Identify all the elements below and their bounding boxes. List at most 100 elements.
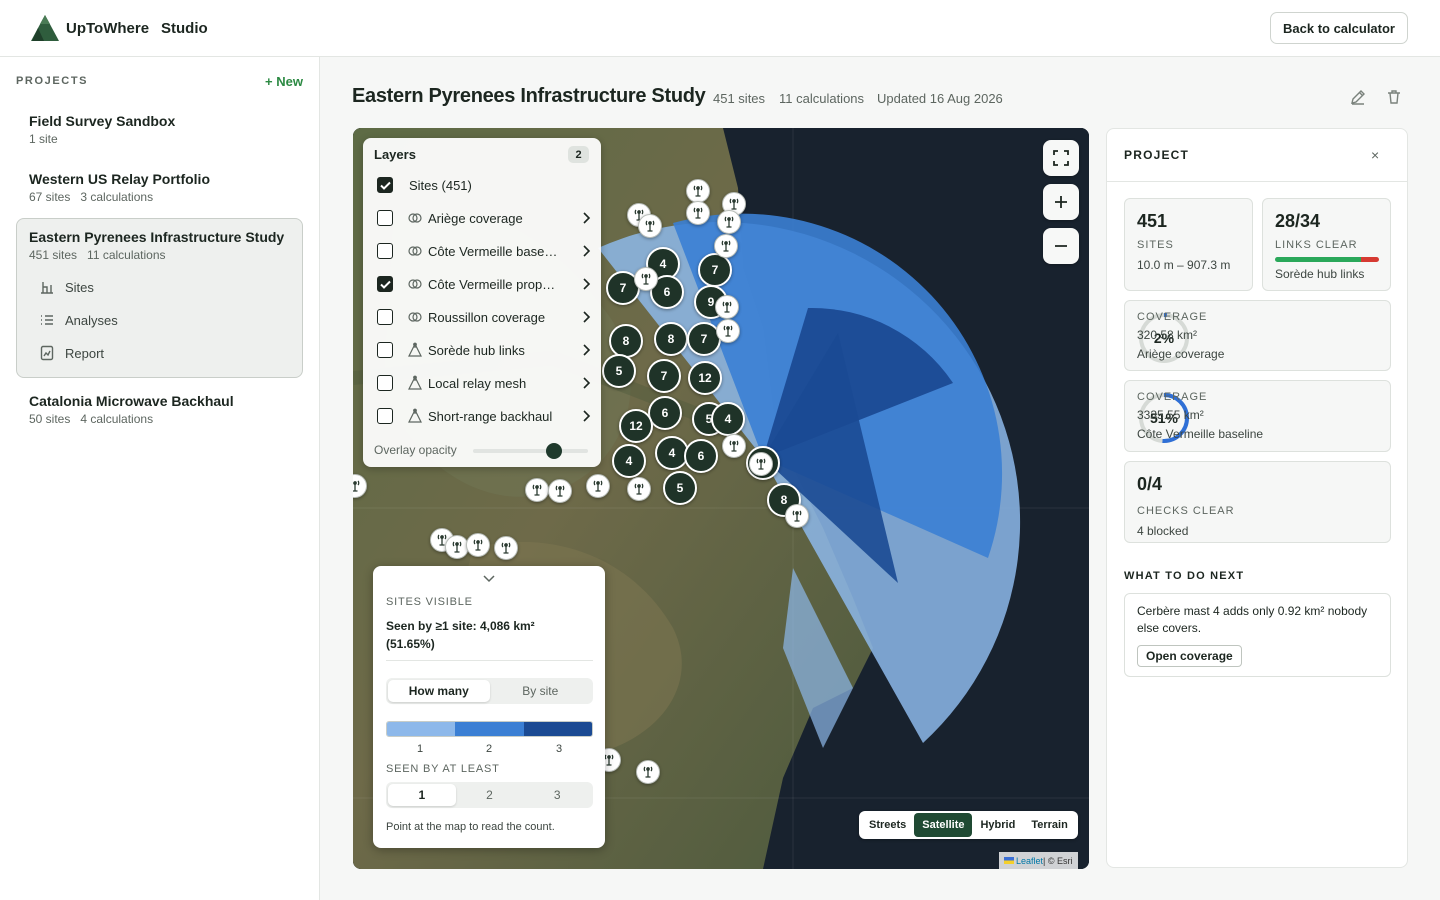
site-cluster-marker[interactable]: 7 bbox=[698, 253, 732, 287]
site-cluster-marker[interactable]: 5 bbox=[663, 471, 697, 505]
site-pin-marker[interactable] bbox=[627, 477, 651, 501]
project-item-field-survey[interactable]: Field Survey Sandbox 1 site bbox=[29, 113, 175, 146]
open-coverage-button[interactable]: Open coverage bbox=[1137, 645, 1242, 667]
site-cluster-marker[interactable]: 8 bbox=[654, 322, 688, 356]
coverage-card-cote-vermeille[interactable]: 51% COVERAGE 3335.55 km² Côte Vermeille … bbox=[1124, 380, 1391, 452]
site-pin-marker[interactable] bbox=[686, 179, 710, 203]
site-pin-marker[interactable] bbox=[716, 319, 740, 343]
site-pin-marker[interactable] bbox=[722, 434, 746, 458]
map-view[interactable]: 47769887571265412446568 Layers 2 Sites (… bbox=[353, 128, 1089, 869]
layer-row[interactable]: Local relay mesh bbox=[377, 373, 591, 393]
flag-icon bbox=[1004, 857, 1014, 864]
slider-thumb[interactable] bbox=[545, 443, 562, 459]
fullscreen-button[interactable] bbox=[1043, 140, 1079, 176]
tab-how-many[interactable]: How many bbox=[388, 680, 490, 702]
layer-checkbox[interactable] bbox=[377, 375, 393, 391]
site-pin-marker[interactable] bbox=[525, 478, 549, 502]
layer-row[interactable]: Côte Vermeille proposed bbox=[377, 274, 591, 294]
antenna-icon bbox=[693, 207, 703, 219]
site-cluster-marker[interactable]: 12 bbox=[619, 409, 653, 443]
coverage-caption: COVERAGE bbox=[1137, 311, 1208, 323]
pencil-icon[interactable] bbox=[1349, 88, 1367, 106]
layer-checkbox[interactable] bbox=[377, 177, 393, 193]
coverage-name: Ariège coverage bbox=[1137, 347, 1225, 361]
antenna-icon bbox=[452, 541, 462, 553]
subnav-report[interactable]: Report bbox=[39, 345, 104, 361]
subnav-analyses[interactable]: Analyses bbox=[39, 312, 118, 328]
back-to-calculator-button[interactable]: Back to calculator bbox=[1270, 12, 1408, 44]
layer-checkbox[interactable] bbox=[377, 342, 393, 358]
coverage-name: Côte Vermeille baseline bbox=[1137, 427, 1264, 441]
ramp-step-2 bbox=[455, 722, 524, 736]
seen-option-1[interactable]: 1 bbox=[388, 784, 456, 806]
site-cluster-marker[interactable]: 7 bbox=[647, 359, 681, 393]
basemap-satellite[interactable]: Satellite bbox=[914, 813, 973, 837]
links-blocked-fill bbox=[1360, 257, 1379, 262]
layer-checkbox[interactable] bbox=[377, 408, 393, 424]
checks-stat-card[interactable]: 0/4 CHECKS CLEAR 4 blocked bbox=[1124, 461, 1391, 543]
project-name: Catalonia Microwave Backhaul bbox=[29, 393, 234, 409]
chevron-down-icon[interactable] bbox=[483, 575, 495, 583]
site-pin-marker[interactable] bbox=[494, 536, 518, 560]
layer-checkbox[interactable] bbox=[377, 309, 393, 325]
layer-checkbox[interactable] bbox=[377, 210, 393, 226]
close-icon[interactable]: × bbox=[1371, 147, 1379, 163]
layers-title: Layers bbox=[374, 147, 416, 162]
leaflet-link[interactable]: Leaflet bbox=[1016, 856, 1043, 866]
site-cluster-marker[interactable]: 4 bbox=[711, 402, 745, 436]
layer-row[interactable]: Short-range backhaul bbox=[377, 406, 591, 426]
overlay-opacity-slider[interactable] bbox=[473, 443, 588, 459]
chevron-right-icon[interactable] bbox=[581, 377, 591, 389]
site-cluster-marker[interactable]: 8 bbox=[609, 324, 643, 358]
active-project-label: Eastern Pyrenees Infrastructure Study 45… bbox=[29, 229, 284, 262]
layer-row[interactable]: Ariège coverage bbox=[377, 208, 591, 228]
seen-option-2[interactable]: 2 bbox=[456, 784, 524, 806]
links-stat-card[interactable]: 28/34 LINKS CLEAR Sorède hub links bbox=[1262, 198, 1391, 291]
site-pin-marker[interactable] bbox=[586, 474, 610, 498]
site-pin-marker[interactable] bbox=[634, 267, 658, 291]
layer-checkbox[interactable] bbox=[377, 276, 393, 292]
trash-icon[interactable] bbox=[1385, 88, 1403, 106]
layer-row[interactable]: Sorède hub links bbox=[377, 340, 591, 360]
chevron-right-icon[interactable] bbox=[581, 278, 591, 290]
basemap-terrain[interactable]: Terrain bbox=[1023, 813, 1075, 837]
coverage-card-ariege[interactable]: 2% COVERAGE 320.58 km² Ariège coverage bbox=[1124, 300, 1391, 371]
layer-checkbox[interactable] bbox=[377, 243, 393, 259]
site-pin-marker[interactable] bbox=[638, 214, 662, 238]
project-item-catalonia[interactable]: Catalonia Microwave Backhaul 50 sites 4 c… bbox=[29, 393, 234, 426]
chevron-right-icon[interactable] bbox=[581, 410, 591, 422]
new-project-button[interactable]: + New bbox=[265, 74, 303, 89]
site-pin-marker[interactable] bbox=[714, 234, 738, 258]
seen-option-3[interactable]: 3 bbox=[523, 784, 591, 806]
site-cluster-marker[interactable]: 6 bbox=[648, 396, 682, 430]
tab-by-site[interactable]: By site bbox=[490, 680, 592, 702]
zoom-in-button[interactable] bbox=[1043, 184, 1079, 220]
antenna-icon bbox=[729, 198, 739, 210]
antenna-icon bbox=[634, 483, 644, 495]
zoom-out-button[interactable] bbox=[1043, 228, 1079, 264]
site-pin-marker[interactable] bbox=[466, 533, 490, 557]
site-pin-marker[interactable] bbox=[636, 760, 660, 784]
site-pin-marker[interactable] bbox=[749, 452, 773, 476]
chevron-right-icon[interactable] bbox=[581, 245, 591, 257]
layer-row[interactable]: Roussillon coverage bbox=[377, 307, 591, 327]
site-cluster-marker[interactable]: 12 bbox=[688, 361, 722, 395]
basemap-hybrid[interactable]: Hybrid bbox=[972, 813, 1023, 837]
project-item-western-us[interactable]: Western US Relay Portfolio 67 sites 3 cal… bbox=[29, 171, 210, 204]
site-pin-marker[interactable] bbox=[717, 210, 741, 234]
chevron-right-icon[interactable] bbox=[581, 311, 591, 323]
chevron-right-icon[interactable] bbox=[581, 344, 591, 356]
site-pin-marker[interactable] bbox=[785, 504, 809, 528]
layer-row[interactable]: Côte Vermeille baseline bbox=[377, 241, 591, 261]
site-pin-marker[interactable] bbox=[715, 295, 739, 319]
site-pin-marker[interactable] bbox=[686, 201, 710, 225]
site-cluster-marker[interactable]: 6 bbox=[684, 439, 718, 473]
layer-row[interactable]: Sites (451) bbox=[377, 175, 591, 195]
site-cluster-marker[interactable]: 4 bbox=[612, 444, 646, 478]
site-cluster-marker[interactable]: 5 bbox=[602, 354, 636, 388]
coverage-area: 320.58 km² bbox=[1137, 328, 1198, 342]
subnav-sites[interactable]: Sites bbox=[39, 279, 94, 295]
site-pin-marker[interactable] bbox=[548, 479, 572, 503]
basemap-streets[interactable]: Streets bbox=[861, 813, 914, 837]
chevron-right-icon[interactable] bbox=[581, 212, 591, 224]
